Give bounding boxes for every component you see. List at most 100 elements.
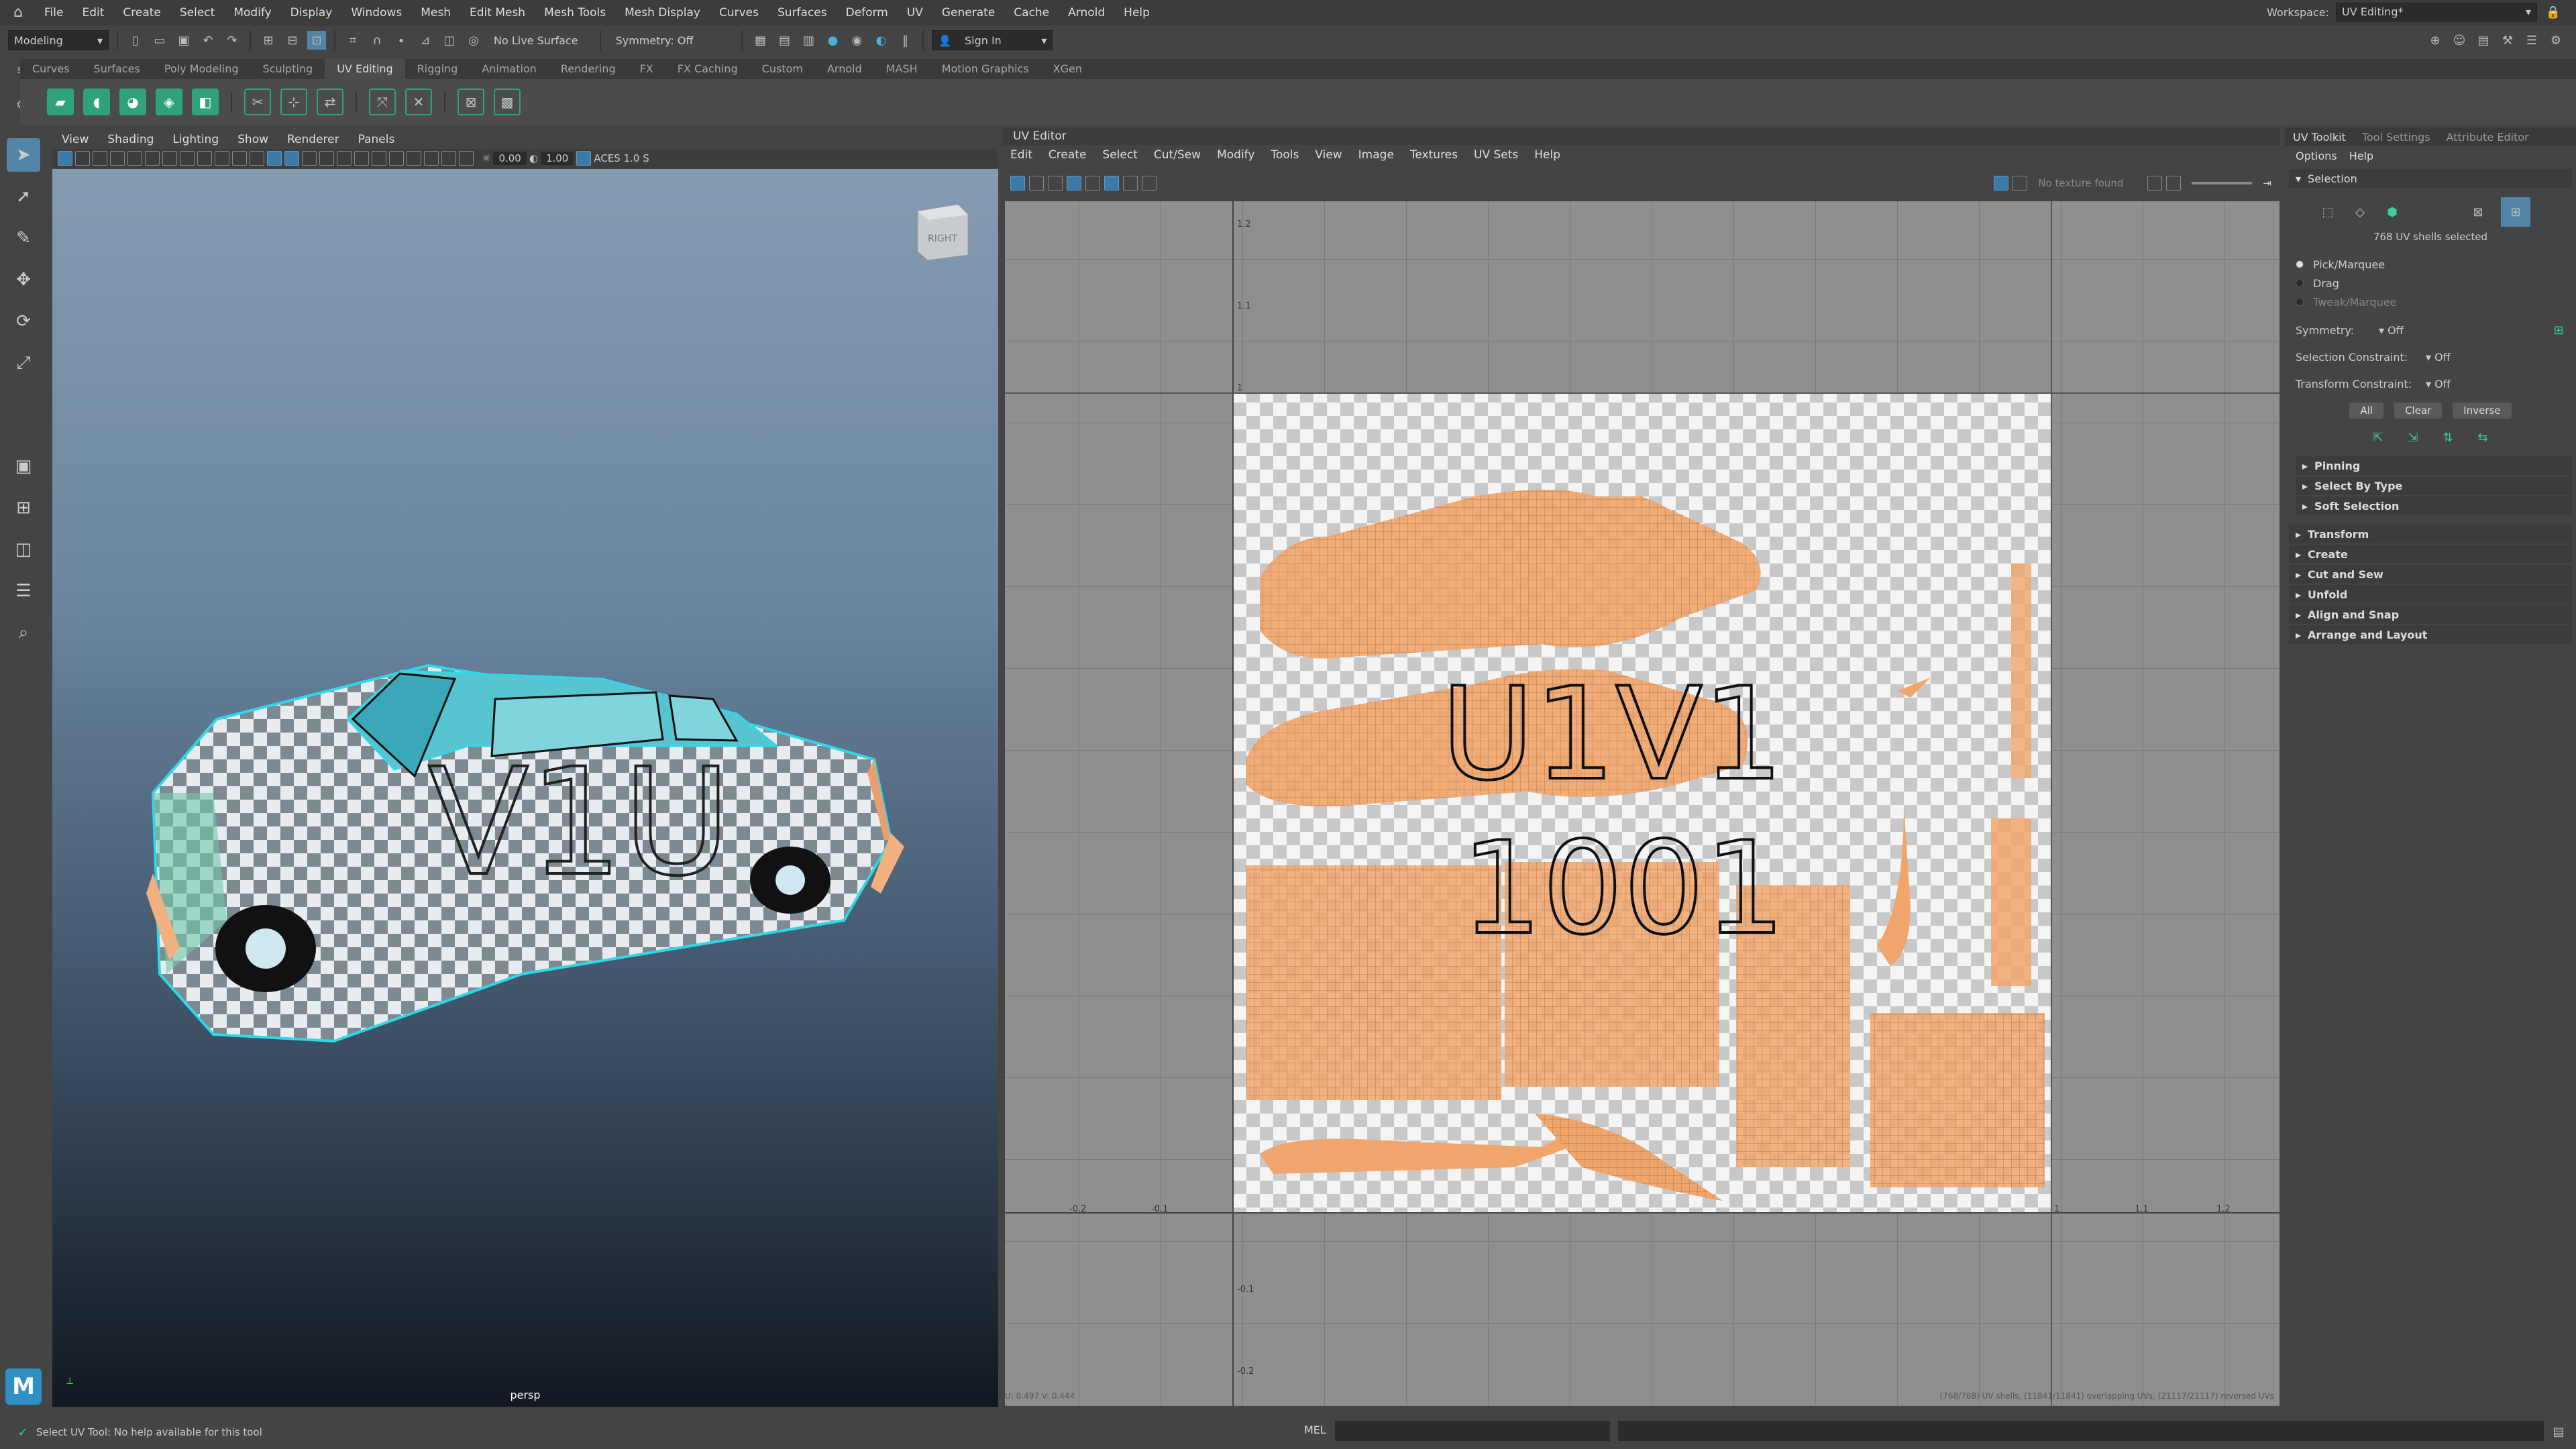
gamma-value[interactable]: 1.00 (540, 152, 574, 165)
uv-grid-icon[interactable] (1104, 176, 1119, 191)
film-gate-icon[interactable] (145, 151, 160, 166)
scale-tool-icon[interactable]: ⤢ (7, 346, 40, 380)
menu-select[interactable]: Select (170, 6, 224, 19)
snap-grid-icon[interactable]: ⌗ (343, 31, 362, 50)
uv-exposure-icon[interactable] (2147, 176, 2163, 191)
face-mode-icon[interactable]: ⬢ (2383, 203, 2402, 221)
render-settings-icon[interactable]: ▥ (799, 31, 818, 50)
uv-editor-canvas[interactable]: U1V1 1001 1.2 1.1 1 -0.1 -0.2 -0.2 -0.1 … (1005, 201, 2279, 1406)
camera-attributes-icon[interactable] (75, 151, 90, 166)
new-scene-icon[interactable]: ▯ (126, 31, 145, 50)
uv-texture-border-icon[interactable] (1048, 176, 1063, 191)
xray-joints-icon[interactable] (441, 151, 456, 166)
safe-title-icon[interactable] (232, 151, 247, 166)
uv-image-range-icon[interactable] (2012, 176, 2028, 191)
radio-drag[interactable] (2296, 279, 2304, 287)
grid-toggle-icon[interactable] (127, 151, 142, 166)
shelf-tab-uv-editing[interactable]: UV Editing (325, 59, 405, 79)
menu-modify[interactable]: Modify (224, 6, 280, 19)
rp-menu-options[interactable]: Options (2296, 150, 2337, 162)
uv-menu-uv-sets[interactable]: UV Sets (1466, 148, 1526, 162)
unfold-icon[interactable]: ⤧ (369, 89, 396, 115)
hypershade-icon[interactable]: ● (823, 31, 842, 50)
attribute-editor-icon[interactable]: ▤ (2474, 31, 2493, 50)
selection-section-header[interactable]: ▾ Selection (2289, 169, 2572, 188)
transform-section[interactable]: ▸ Transform (2289, 525, 2572, 543)
perspective-viewport[interactable]: V1U RIGHT ⊥ persp (52, 169, 998, 1407)
uv-arrows-icon[interactable]: ⇥ (2263, 177, 2271, 189)
shadows-icon[interactable] (337, 151, 352, 166)
arnold-render-icon[interactable]: ◐ (871, 31, 890, 50)
select-hierarchy-icon[interactable]: ⊞ (259, 31, 278, 50)
automatic-projection-icon[interactable]: ◈ (156, 89, 182, 115)
symmetry-label[interactable]: Symmetry: Off (616, 34, 694, 47)
radio-tweak-marquee[interactable] (2296, 298, 2304, 306)
snap-curve-icon[interactable]: ∩ (368, 31, 386, 50)
uv-gamma-icon[interactable] (2166, 176, 2182, 191)
menu-mesh[interactable]: Mesh (411, 6, 460, 19)
lasso-tool-icon[interactable]: ➚ (7, 180, 40, 213)
mode-tweak-marquee[interactable]: Tweak/Marquee (2285, 292, 2576, 311)
radio-pick-marquee[interactable] (2296, 260, 2304, 268)
uv-image-display-icon[interactable] (1994, 176, 2009, 191)
textured-icon[interactable] (302, 151, 317, 166)
ambient-occlusion-icon[interactable] (354, 151, 369, 166)
uv-menu-image[interactable]: Image (1350, 148, 1402, 162)
smooth-shade-icon[interactable] (267, 151, 282, 166)
safe-action-icon[interactable] (215, 151, 229, 166)
field-chart-icon[interactable] (197, 151, 212, 166)
uv-mode-icon[interactable]: ⊠ (2469, 203, 2487, 221)
menu-deform[interactable]: Deform (837, 6, 898, 19)
symmetry-dropdown[interactable]: ▾ Off (2379, 324, 2540, 337)
inverse-selection-button[interactable]: Inverse (2453, 402, 2512, 419)
clear-selection-button[interactable]: Clear (2394, 402, 2443, 419)
snap-view-icon[interactable]: ⊿ (416, 31, 435, 50)
sew-uv-icon[interactable]: ⊹ (280, 89, 307, 115)
move-tool-icon[interactable]: ✥ (7, 263, 40, 297)
four-pane-layout-icon[interactable]: ⊞ (7, 491, 40, 525)
xray-icon[interactable] (424, 151, 439, 166)
arrange-and-layout-section[interactable]: ▸ Arrange and Layout (2289, 625, 2572, 644)
shelf-tab-curves[interactable]: Curves (20, 59, 82, 79)
view-cube[interactable]: RIGHT (911, 201, 971, 262)
bookmarks-icon[interactable] (93, 151, 107, 166)
settings-icon[interactable]: ⚙ (2546, 31, 2565, 50)
live-surface-label[interactable]: No Live Surface (494, 34, 578, 47)
uv-filter-icon[interactable] (1085, 176, 1100, 191)
viewport-menu-lighting[interactable]: Lighting (163, 133, 228, 146)
mode-drag[interactable]: Drag (2285, 274, 2576, 292)
open-scene-icon[interactable]: ▭ (150, 31, 169, 50)
menu-edit-mesh[interactable]: Edit Mesh (460, 6, 535, 19)
lock-icon[interactable]: 🔒 (2544, 3, 2563, 21)
shelf-tab-fx[interactable]: FX (628, 59, 665, 79)
select-object-icon[interactable]: ⊟ (283, 31, 302, 50)
select-component-icon[interactable]: ⊡ (307, 31, 326, 50)
script-editor-icon[interactable]: ▤ (2549, 1422, 2568, 1441)
select-by-type-section[interactable]: ▸ Select By Type (2296, 476, 2572, 495)
rp-menu-help[interactable]: Help (2349, 150, 2373, 162)
menu-arnold[interactable]: Arnold (1059, 6, 1114, 19)
character-controls-icon[interactable]: ☺ (2450, 31, 2469, 50)
snap-surface-icon[interactable]: ◫ (440, 31, 459, 50)
select-camera-icon[interactable] (58, 151, 72, 166)
mode-dropdown[interactable]: Modeling ▾ (8, 30, 109, 50)
unfold-section[interactable]: ▸ Unfold (2289, 585, 2572, 604)
image-plane-icon[interactable] (110, 151, 125, 166)
uv-menu-create[interactable]: Create (1040, 148, 1095, 162)
create-section[interactable]: ▸ Create (2289, 545, 2572, 564)
select-border-icon[interactable]: ⇅ (2438, 428, 2457, 447)
shelf-tab-xgen[interactable]: XGen (1041, 59, 1094, 79)
select-tool-icon[interactable]: ➤ (7, 138, 40, 172)
color-management-icon[interactable] (576, 151, 592, 166)
menu-mesh-display[interactable]: Mesh Display (615, 6, 710, 19)
single-pane-layout-icon[interactable]: ▣ (7, 449, 40, 483)
shelf-tab-sculpting[interactable]: Sculpting (251, 59, 325, 79)
channel-box-icon[interactable]: ☰ (2522, 31, 2541, 50)
select-shell-border-icon[interactable]: ⇆ (2473, 428, 2492, 447)
uv-menu-cut-sew[interactable]: Cut/Sew (1146, 148, 1209, 162)
uv-distortion-icon[interactable] (1029, 176, 1044, 191)
uv-slider[interactable] (2192, 182, 2253, 184)
uv-snapshot-icon[interactable] (1123, 176, 1138, 191)
planar-projection-icon[interactable]: ▰ (47, 89, 74, 115)
viewport-menu-renderer[interactable]: Renderer (278, 133, 349, 146)
